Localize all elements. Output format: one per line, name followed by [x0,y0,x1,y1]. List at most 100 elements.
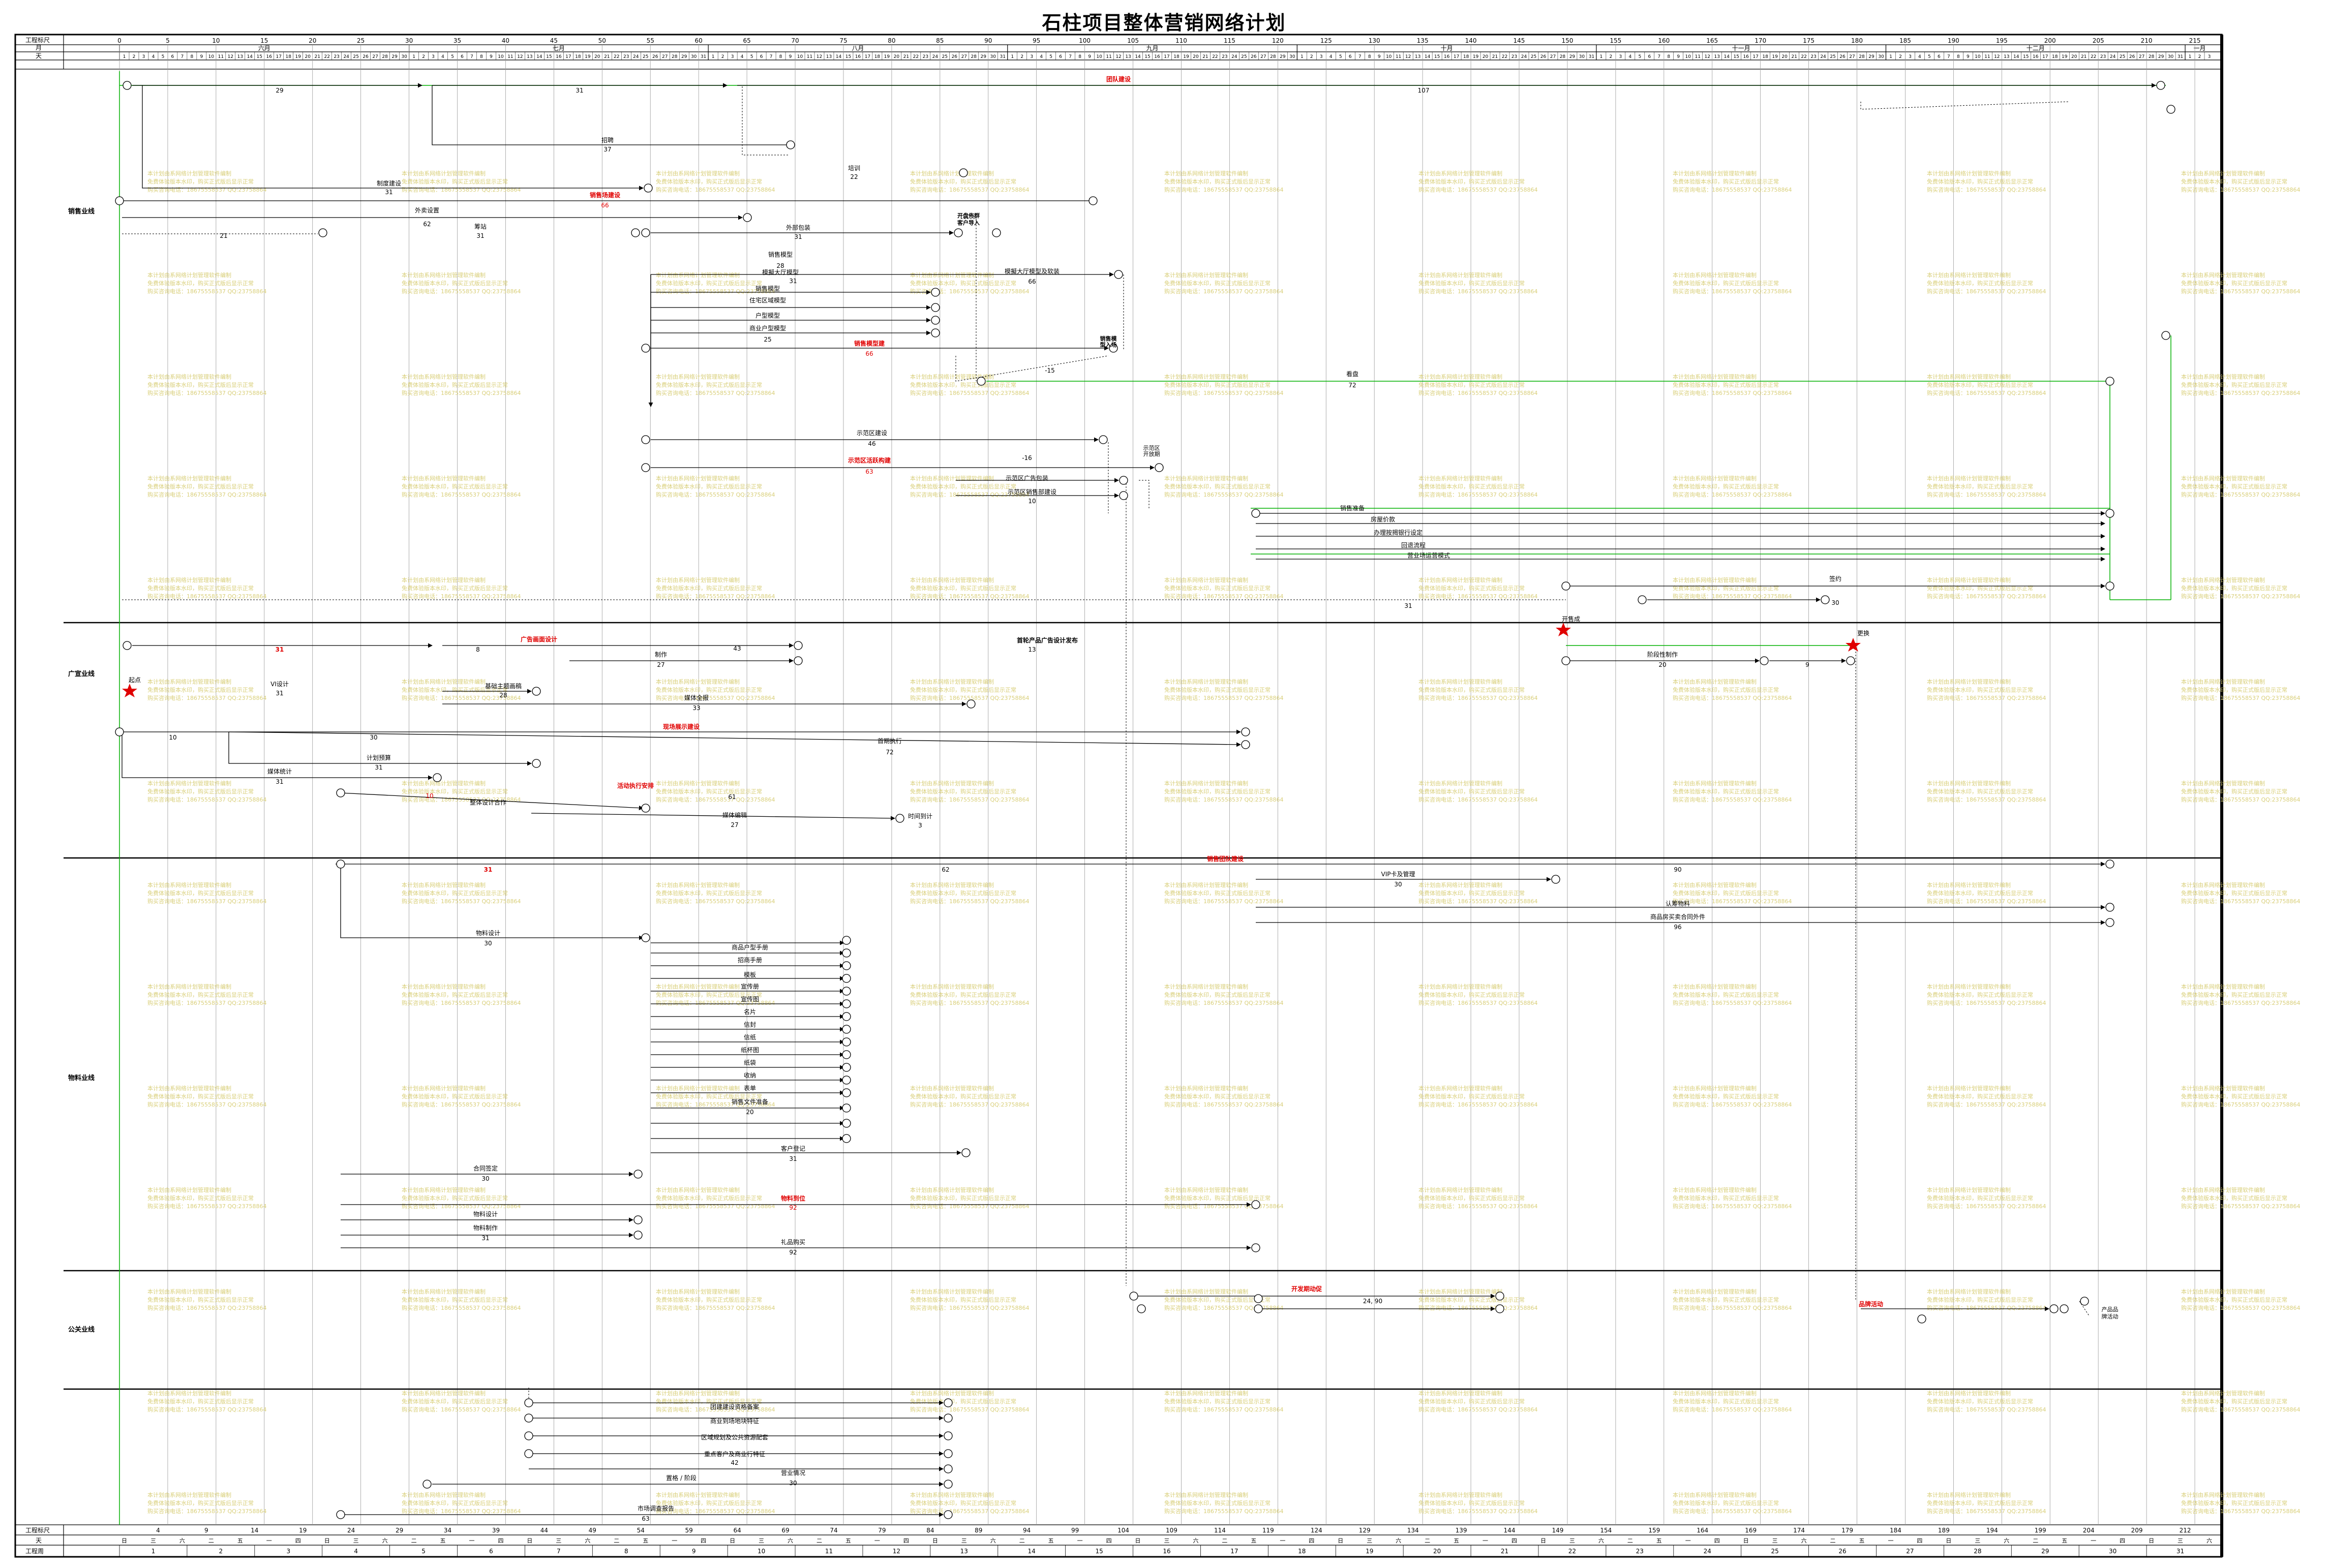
svg-text:媒体全报: 媒体全报 [684,694,709,701]
watermark-text: 本计划由系网络计划管理软件编制 [147,1288,231,1295]
weekday-cell: 一 [2091,1538,2096,1544]
watermark-text: 本计划由系网络计划管理软件编制 [1418,780,1502,787]
weekday-cell: 一 [1483,1538,1488,1544]
watermark-text: 购买咨询电话：18675558537 QQ:23758864 [1673,796,1792,803]
weekday-cell: 五 [1454,1538,1459,1544]
svg-text:92: 92 [789,1204,797,1211]
week-number: 2 [219,1548,223,1555]
watermark-text: 本计划由系网络计划管理软件编制 [1418,881,1502,888]
watermark-text: 本计划由系网络计划管理软件编制 [1927,678,2011,685]
watermark-text: 本计划由系网络计划管理软件编制 [1418,983,1502,990]
day-number: 24 [1820,54,1826,59]
day-number: 13 [826,54,832,59]
svg-text:21: 21 [220,232,227,239]
day-number: 29 [981,54,987,59]
day-number: 1 [1011,54,1014,59]
day-number: 23 [1222,54,1227,59]
watermark-text: 购买咨询电话：18675558537 QQ:23758864 [2181,1304,2301,1311]
day-number: 8 [480,54,483,59]
week-number: 25 [1771,1548,1778,1555]
watermark-text: 免费体验版本水印，购买正式版后显示正常 [402,280,508,287]
watermark-text: 购买咨询电话：18675558537 QQ:23758864 [147,1101,267,1108]
watermark-text: 购买咨询电话：18675558537 QQ:23758864 [1927,999,2046,1006]
svg-text:66: 66 [865,350,873,357]
bottom-scale-tick: 164 [1697,1527,1708,1534]
svg-text:43: 43 [733,645,741,652]
svg-text:重点客户及商业行特征: 重点客户及商业行特征 [704,1450,765,1458]
watermark-text: 购买咨询电话：18675558537 QQ:23758864 [1164,898,1284,905]
bottom-scale-tick: 49 [589,1527,596,1534]
watermark-text: 本计划由系网络计划管理软件编制 [402,576,486,583]
day-number: 28 [1270,54,1276,59]
svg-text:31: 31 [1404,602,1412,609]
watermark-text: 本计划由系网络计划管理软件编制 [147,983,231,990]
bottom-scale-tick: 89 [975,1527,982,1534]
watermark-text: 购买咨询电话：18675558537 QQ:23758864 [2181,1101,2301,1108]
svg-text:销售团队建设: 销售团队建设 [1207,855,1244,863]
day-number: 26 [1540,54,1547,59]
watermark-text: 购买咨询电话：18675558537 QQ:23758864 [1673,186,1792,193]
svg-text:物料设计: 物料设计 [476,930,500,937]
day-number: 8 [1957,54,1960,59]
bottom-scale-tick: 144 [1504,1527,1516,1534]
watermark-text: 免费体验版本水印，购买正式版后显示正常 [656,889,762,897]
day-number: 19 [884,54,890,59]
day-number: 27 [1550,54,1556,59]
watermark-text: 购买咨询电话：18675558537 QQ:23758864 [910,1203,1030,1210]
weekday-cell: 一 [266,1538,272,1544]
watermark-text: 免费体验版本水印，购买正式版后显示正常 [910,1499,1016,1506]
day-number: 9 [1967,54,1970,59]
watermark-text: 购买咨询电话：18675558537 QQ:23758864 [910,1406,1030,1413]
day-number: 30 [691,54,697,59]
svg-text:置格 / 阶段: 置格 / 阶段 [666,1474,697,1482]
watermark-text: 本计划由系网络计划管理软件编制 [1673,1186,1757,1193]
watermark-text: 免费体验版本水印，购买正式版后显示正常 [2181,483,2287,490]
bottom-scale-tick: 74 [830,1527,837,1534]
scale-tick: 145 [1514,37,1525,44]
watermark-text: 免费体验版本水印，购买正式版后显示正常 [1673,1499,1779,1506]
watermark-text: 免费体验版本水印，购买正式版后显示正常 [1673,788,1779,795]
svg-text:31: 31 [576,87,583,94]
day-number: 1 [1889,54,1892,59]
day-number: 31 [2178,54,2183,59]
watermark-text: 本计划由系网络计划管理软件编制 [910,678,994,685]
watermark-text: 本计划由系网络计划管理软件编制 [1927,170,2011,177]
watermark-text: 免费体验版本水印，购买正式版后显示正常 [1927,788,2033,795]
weekday-cell: 二 [1222,1538,1227,1544]
watermark-text: 购买咨询电话：18675558537 QQ:23758864 [147,898,267,905]
day-number: 16 [855,54,861,59]
bottom-scale-tick: 79 [878,1527,886,1534]
watermark-text: 免费体验版本水印，购买正式版后显示正常 [147,1093,254,1100]
day-number: 11 [1695,54,1701,59]
svg-text:计划预算: 计划预算 [367,754,391,761]
day-number: 27 [662,54,668,59]
watermark-text: 本计划由系网络计划管理软件编制 [2181,475,2265,482]
svg-text:63: 63 [642,1515,649,1522]
watermark-text: 购买咨询电话：18675558537 QQ:23758864 [1418,593,1538,600]
day-number: 7 [1069,54,1072,59]
lane-label-advertising: 广宣业线 [68,670,95,678]
lane-label-materials: 物料业线 [68,1074,95,1082]
watermark-text: 购买咨询电话：18675558537 QQ:23758864 [1673,389,1792,396]
watermark-text: 本计划由系网络计划管理软件编制 [402,475,486,482]
svg-text:团建建设资格备案: 团建建设资格备案 [710,1403,759,1410]
watermark-text: 购买咨询电话：18675558537 QQ:23758864 [1164,694,1284,701]
bottom-scale-tick: 174 [1793,1527,1805,1534]
day-number: 10 [498,54,504,59]
watermark-text: 免费体验版本水印，购买正式版后显示正常 [1927,280,2033,287]
day-number: 26 [1251,54,1257,59]
watermark-text: 免费体验版本水印，购买正式版后显示正常 [1418,280,1525,287]
watermark-text: 购买咨询电话：18675558537 QQ:23758864 [656,694,775,701]
watermark-text: 免费体验版本水印，购买正式版后显示正常 [1673,686,1779,693]
day-number: 22 [614,54,619,59]
watermark-text: 免费体验版本水印，购买正式版后显示正常 [147,1194,254,1202]
scale-tick: 40 [502,37,509,44]
scale-tick: 115 [1224,37,1235,44]
day-number: 13 [527,54,532,59]
svg-text:市场调查报告: 市场调查报告 [638,1504,674,1512]
weekday-cell: 三 [1164,1538,1170,1544]
watermark-text: 本计划由系网络计划管理软件编制 [1673,1085,1757,1092]
day-number: 13 [1125,54,1131,59]
watermark-text: 免费体验版本水印，购买正式版后显示正常 [1927,991,2033,998]
watermark-text: 免费体验版本水印，购买正式版后显示正常 [402,1194,508,1202]
